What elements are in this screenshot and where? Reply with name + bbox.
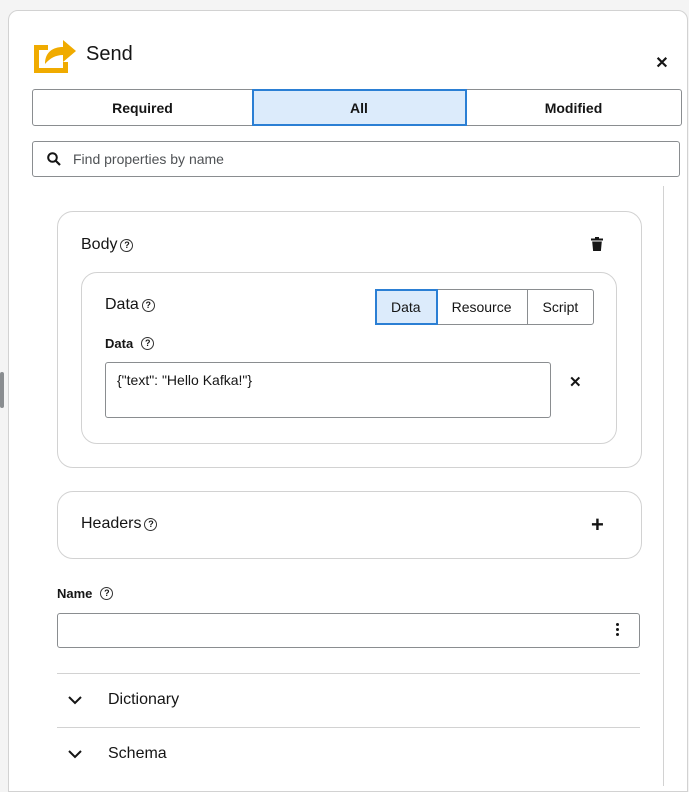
section-schema[interactable]: Schema — [57, 733, 640, 775]
kebab-menu-icon[interactable] — [616, 623, 619, 636]
body-title: Body — [81, 236, 118, 253]
share-icon — [34, 40, 76, 73]
chevron-down-icon — [68, 749, 82, 758]
data-card: Data ? Data Resource Script Data ? ✕ — [81, 272, 617, 444]
properties-panel: Send ✕ Required All Modified Body ? Data… — [8, 10, 688, 792]
divider — [57, 673, 640, 674]
add-header-icon[interactable]: + — [591, 512, 604, 538]
divider — [57, 727, 640, 728]
help-icon[interactable]: ? — [141, 337, 155, 350]
tab-all[interactable]: All — [252, 89, 467, 126]
help-icon[interactable]: ? — [100, 587, 114, 600]
chevron-down-icon — [68, 695, 82, 704]
data-title-wrap: Data ? — [105, 296, 155, 314]
search-icon — [47, 152, 61, 166]
toggle-resource[interactable]: Resource — [437, 290, 528, 324]
close-icon[interactable]: ✕ — [654, 55, 670, 72]
name-label: Name — [57, 586, 93, 601]
search-box — [32, 141, 680, 177]
scrollbar-track — [663, 186, 664, 786]
data-type-toggle: Data Resource Script — [375, 289, 595, 325]
resize-handle[interactable] — [0, 372, 4, 408]
data-textarea[interactable] — [105, 362, 551, 418]
tab-required[interactable]: Required — [33, 90, 253, 125]
help-icon[interactable]: ? — [144, 517, 158, 531]
data-title: Data — [105, 296, 139, 313]
data-field-label: Data — [105, 336, 134, 351]
headers-title: Headers — [81, 515, 142, 532]
help-icon[interactable]: ? — [120, 238, 134, 252]
help-icon[interactable]: ? — [141, 298, 155, 312]
section-label: Dictionary — [108, 691, 180, 708]
tab-modified[interactable]: Modified — [466, 90, 681, 125]
body-card: Body ? Data ? Data Resource Script Data … — [57, 211, 642, 468]
headers-card: Headers ? + — [57, 491, 642, 559]
body-title-wrap: Body ? — [81, 236, 134, 254]
search-input[interactable] — [71, 150, 679, 168]
section-label: Schema — [108, 745, 167, 762]
toggle-script[interactable]: Script — [528, 290, 594, 324]
name-label-wrap: Name ? — [57, 586, 114, 601]
data-field-label-wrap: Data ? — [105, 336, 155, 351]
headers-title-wrap: Headers ? — [81, 515, 158, 533]
section-dictionary[interactable]: Dictionary — [57, 679, 640, 721]
filter-tabs: Required All Modified — [32, 89, 682, 126]
panel-title: Send — [86, 43, 133, 65]
toggle-data[interactable]: Data — [375, 289, 438, 325]
trash-icon[interactable] — [591, 237, 603, 251]
name-input[interactable] — [57, 613, 640, 648]
clear-icon[interactable]: ✕ — [569, 373, 582, 391]
